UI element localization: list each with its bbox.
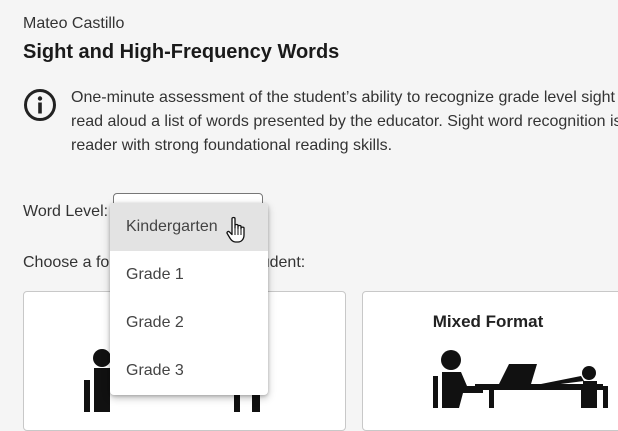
teacher-student-desk-icon [433, 350, 608, 408]
description-line: reader with strong foundational reading … [71, 137, 393, 154]
word-level-label: Word Level: [23, 203, 109, 220]
option-grade-2[interactable]: Grade 2 [110, 299, 268, 347]
description-line: read aloud a list of words presented by … [71, 113, 618, 130]
description-line: One-minute assessment of the student’s a… [71, 89, 615, 106]
hand-pointer-icon [226, 216, 245, 243]
format-prompt-start: Choose a fo [23, 254, 110, 271]
option-grade-1[interactable]: Grade 1 [110, 251, 268, 299]
page-title: Sight and High-Frequency Words [23, 41, 340, 63]
student-name: Mateo Castillo [23, 15, 125, 32]
format-card-mixed[interactable]: Mixed Format [362, 291, 618, 431]
info-icon [24, 89, 56, 121]
option-grade-3[interactable]: Grade 3 [110, 347, 268, 395]
assessment-description: One-minute assessment of the student’s a… [71, 86, 618, 158]
format-card-title: Mixed Format [432, 312, 544, 331]
